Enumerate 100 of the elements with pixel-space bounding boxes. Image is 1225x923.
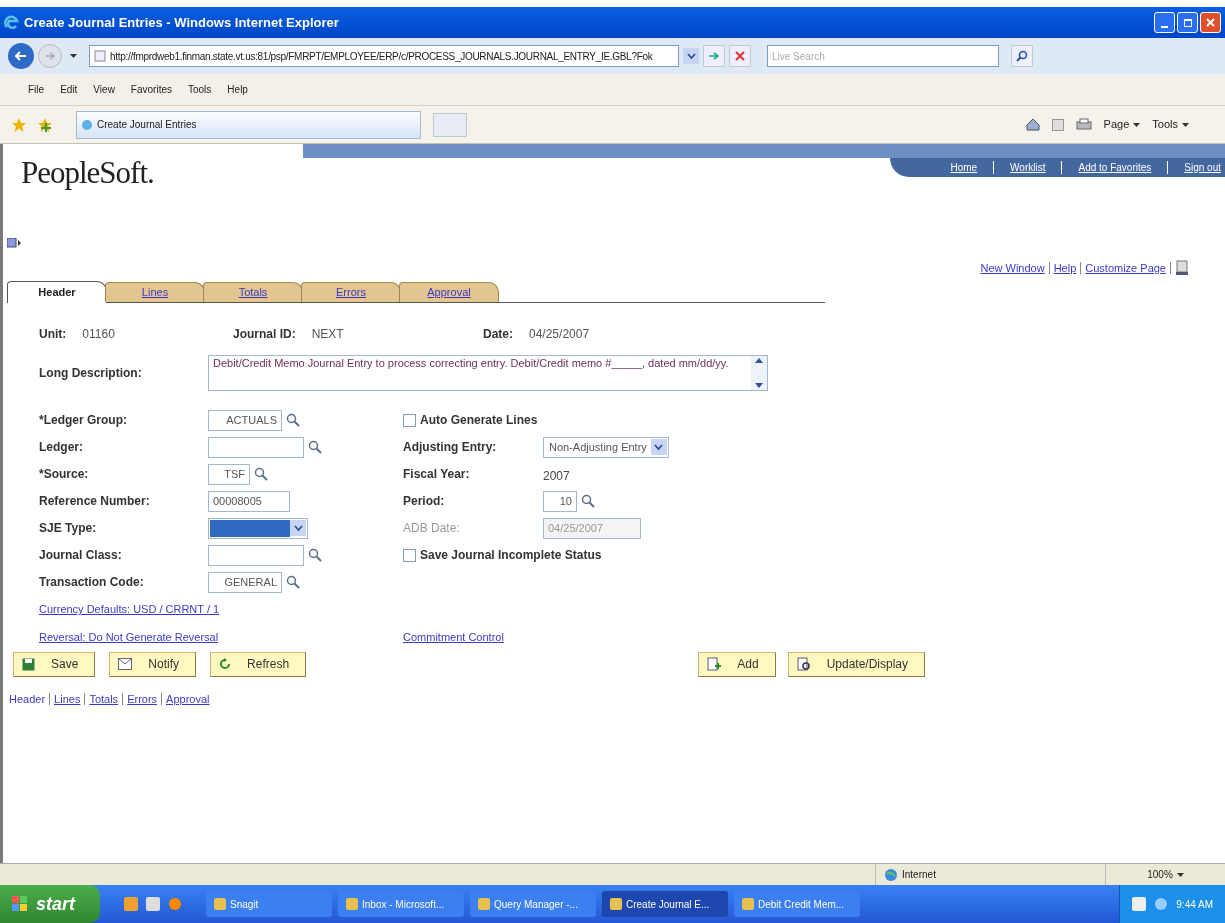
close-button[interactable]: [1200, 12, 1221, 33]
start-button[interactable]: start: [0, 885, 100, 923]
dropdown-caret-icon[interactable]: [290, 520, 306, 536]
field-label: SJE Type:: [38, 520, 98, 537]
browser-tab[interactable]: Create Journal Entries: [76, 110, 421, 139]
search-icon[interactable]: [286, 575, 300, 589]
text-area[interactable]: Debit/Credit Memo Journal Entry to process correcting entry. Debit/Credit memo #_____, dated mm/dd/yy.: [208, 354, 768, 391]
caret-icon[interactable]: [1176, 872, 1184, 877]
taskbar-button[interactable]: Snagit: [206, 891, 332, 917]
nav-link[interactable]: Home: [950, 160, 978, 175]
restore-button[interactable]: [1177, 12, 1198, 33]
toolbar-menu-button[interactable]: Tools: [1152, 116, 1189, 133]
taskbar-button[interactable]: Query Manager -...: [470, 891, 596, 917]
menu-item[interactable]: Tools: [188, 82, 212, 97]
page-link[interactable]: Errors: [127, 690, 158, 707]
app-icon: [214, 898, 226, 910]
stop-button[interactable]: [729, 45, 751, 67]
nav-link[interactable]: Sign out: [1184, 160, 1221, 175]
scrollbar[interactable]: [751, 355, 767, 390]
caret-icon[interactable]: [70, 54, 77, 58]
back-button[interactable]: [8, 43, 34, 69]
search-icon[interactable]: [581, 494, 595, 508]
field-label: *Source:: [38, 466, 90, 483]
input-field[interactable]: GENERAL: [208, 571, 282, 593]
scroll-down-icon[interactable]: [755, 382, 763, 388]
tab[interactable]: Approval: [399, 281, 499, 302]
page-link[interactable]: Totals: [89, 690, 119, 707]
tray-icon[interactable]: [1132, 897, 1147, 911]
caret-icon[interactable]: [1133, 122, 1141, 127]
input-field[interactable]: 00008005: [208, 490, 290, 512]
dropdown[interactable]: Non-Adjusting Entry: [543, 436, 669, 458]
button[interactable]: Save: [13, 651, 96, 677]
address-field[interactable]: http://fmprdweb1.finman.state.vt.us:81/psp/FMRPT/EMPLOYEE/ERP/c/PROCESS_JOURNALS.JOURNAL_ENTRY_IE.GBL?Fok: [89, 45, 679, 67]
page-link[interactable]: New Window: [980, 260, 1045, 277]
search-icon[interactable]: [308, 440, 322, 454]
tab[interactable]: Header: [7, 280, 107, 303]
scroll-up-icon[interactable]: [755, 357, 763, 363]
app-icon: [742, 898, 754, 910]
caret-icon[interactable]: [1182, 122, 1189, 127]
menu-item[interactable]: View: [93, 82, 115, 97]
dropdown-caret-icon[interactable]: [683, 48, 699, 64]
input-field[interactable]: 10: [543, 490, 577, 512]
tab[interactable]: Lines: [105, 281, 205, 302]
nav-link[interactable]: Worklist: [1010, 160, 1046, 175]
search-icon[interactable]: [286, 413, 300, 427]
star-plus-icon[interactable]: [38, 117, 52, 132]
checkbox[interactable]: [403, 413, 416, 427]
search-icon[interactable]: [308, 548, 322, 562]
tab[interactable]: Errors: [301, 281, 401, 302]
document-add-icon: [707, 657, 722, 671]
button[interactable]: Refresh: [210, 651, 307, 677]
button[interactable]: Add: [698, 651, 776, 677]
dropdown-caret-icon[interactable]: [650, 439, 667, 455]
page-link[interactable]: Help: [1053, 260, 1077, 277]
app-icon: [610, 898, 622, 910]
taskbar-button[interactable]: Debit Credit Mem...: [734, 891, 860, 917]
field-value: 04/25/2007: [529, 325, 590, 343]
input-field[interactable]: ACTUALS: [208, 409, 282, 431]
home-icon[interactable]: [1025, 118, 1040, 131]
input-field[interactable]: TSF: [208, 463, 250, 485]
link[interactable]: Reversal: Do Not Generate Reversal: [3, 629, 403, 646]
dropdown[interactable]: [208, 517, 308, 539]
tab[interactable]: Totals: [203, 281, 303, 302]
feed-icon[interactable]: [1051, 118, 1064, 131]
search-icon[interactable]: [254, 467, 268, 481]
zoom-level[interactable]: 100%: [1147, 867, 1184, 882]
menu-item[interactable]: Edit: [60, 82, 78, 97]
checkbox[interactable]: [403, 548, 416, 562]
checkbox-label: Save Journal Incomplete Status: [420, 547, 602, 564]
nav-link[interactable]: Add to Favorites: [1078, 160, 1152, 175]
field-label: Adjusting Entry:: [403, 439, 498, 456]
input-field[interactable]: [208, 436, 304, 458]
link[interactable]: Commitment Control: [403, 629, 1225, 646]
document-icon[interactable]: [1175, 260, 1189, 277]
link[interactable]: Currency Defaults: USD / CRRNT / 1: [3, 601, 403, 618]
page-link[interactable]: Lines: [54, 690, 81, 707]
taskbar-button[interactable]: Inbox - Microsoft...: [338, 891, 464, 917]
arrow-right-icon: [708, 51, 720, 61]
button[interactable]: Update/Display: [787, 651, 925, 677]
star-icon[interactable]: [12, 117, 26, 132]
input-field[interactable]: [208, 544, 304, 566]
toolbar-menu-button[interactable]: Page: [1103, 116, 1141, 133]
page-link[interactable]: Customize Page: [1085, 260, 1166, 277]
page-link[interactable]: Header: [9, 690, 46, 707]
envelope-icon: [118, 658, 133, 670]
menu-item[interactable]: Help: [227, 82, 248, 97]
menu-item[interactable]: File: [28, 82, 45, 97]
field-label: Journal Class:: [38, 547, 123, 564]
field-value: 01160: [82, 325, 115, 343]
search-button[interactable]: [1011, 45, 1033, 67]
page-link[interactable]: Approval: [166, 690, 210, 707]
floppy-icon: [22, 657, 35, 671]
menu-item[interactable]: Favorites: [130, 82, 172, 97]
button[interactable]: Notify: [109, 651, 197, 677]
page-menu-icon[interactable]: [7, 238, 21, 248]
taskbar-button[interactable]: Create Journal E...: [602, 891, 728, 917]
printer-icon[interactable]: [1075, 118, 1092, 131]
minimize-button[interactable]: [1154, 12, 1175, 33]
field-label: Period:: [403, 493, 446, 510]
arrow-right-icon: [45, 52, 55, 60]
